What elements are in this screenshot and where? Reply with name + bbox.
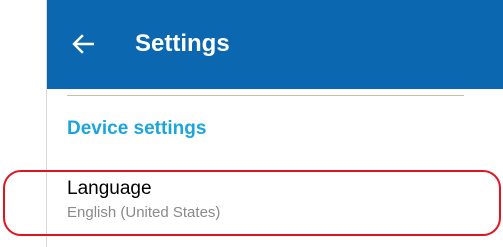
page-title: Settings [135, 30, 230, 57]
divider [67, 95, 464, 96]
setting-item-language[interactable]: Language English (United States) [67, 174, 467, 230]
setting-label: Language [67, 178, 152, 199]
app-bar: Settings [47, 0, 503, 89]
settings-panel: Settings Device settings Language Englis… [46, 0, 503, 247]
arrow-left-icon [72, 34, 94, 54]
back-button[interactable] [63, 26, 103, 62]
section-header-device-settings: Device settings [67, 118, 207, 139]
setting-value: English (United States) [67, 204, 221, 221]
